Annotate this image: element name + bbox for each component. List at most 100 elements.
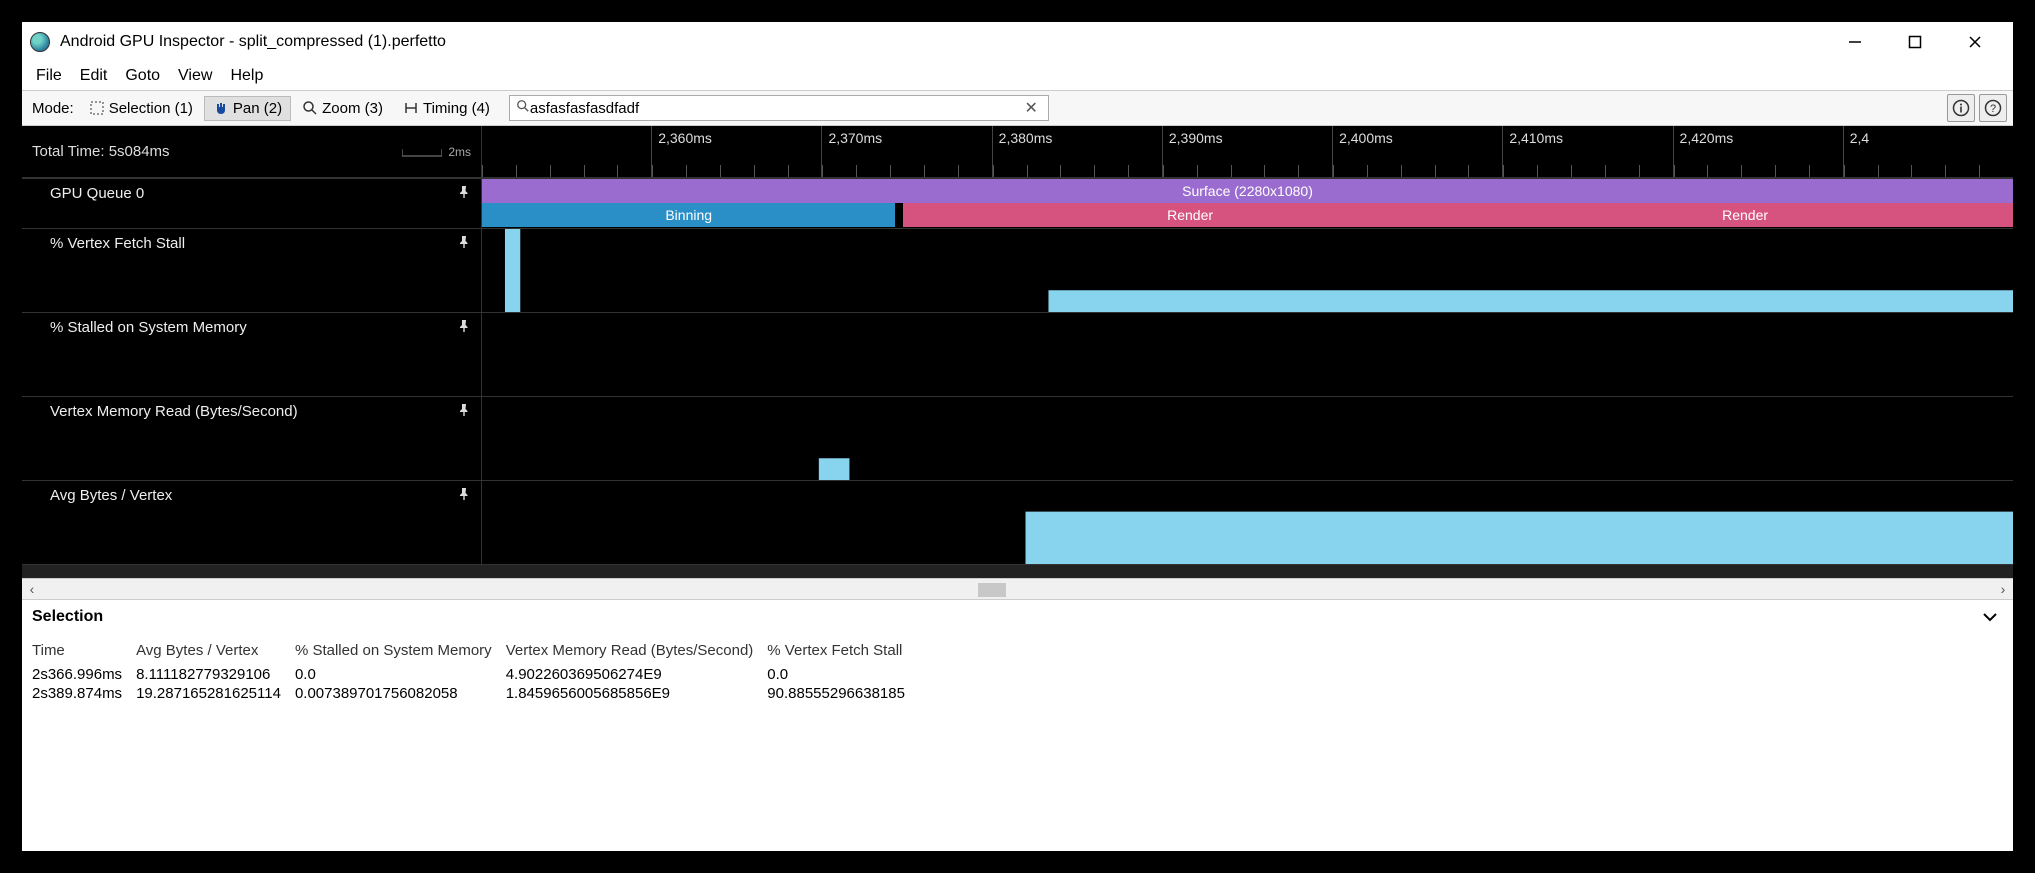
tool-zoom-label: Zoom (3) [322,100,383,117]
track-label[interactable]: Vertex Memory Read (Bytes/Second) [22,397,482,480]
tool-selection[interactable]: Selection (1) [80,96,202,121]
pin-button[interactable] [457,185,471,199]
scroll-thumb[interactable] [978,583,1006,597]
chevron-down-icon [1981,608,1999,626]
selection-col-header[interactable]: % Vertex Fetch Stall [767,640,919,665]
selection-cell: 0.0 [295,665,506,684]
tool-zoom[interactable]: Zoom (3) [293,96,392,121]
selection-cell: 2s366.996ms [32,665,136,684]
track-row: Avg Bytes / Vertex [22,480,2013,564]
ruler-tick: 2,370ms [821,126,991,177]
selection-cell: 1.8459656005685856E9 [506,684,768,703]
menu-goto[interactable]: Goto [117,65,168,87]
selection-col-header[interactable]: Vertex Memory Read (Bytes/Second) [506,640,768,665]
scroll-left-arrow[interactable]: ‹ [22,579,42,599]
selection-cell: 8.111182779329106 [136,665,295,684]
menu-file[interactable]: File [28,65,70,87]
info-icon [1952,99,1970,117]
tool-timing[interactable]: Timing (4) [394,96,499,121]
minimize-button[interactable] [1825,22,1885,62]
ruler-tick: 2,360ms [651,126,821,177]
queue-segment-render[interactable]: Render [903,203,1477,227]
timeline-footer [22,564,2013,578]
total-time-label: Total Time: 5s084ms [32,143,170,160]
ruler-tick: 2,420ms [1673,126,1843,177]
tool-pan-label: Pan (2) [233,100,282,117]
timeline: Total Time: 5s084ms 2ms 2,360ms2,370ms2,… [22,126,2013,578]
queue-segment-binning[interactable]: Binning [482,203,895,227]
tool-selection-label: Selection (1) [109,100,193,117]
toolbar: Mode: Selection (1) Pan (2) Zoom (3) Tim… [22,90,2013,126]
selection-panel: Selection TimeAvg Bytes / Vertex% Stalle… [22,600,2013,851]
surface-bar[interactable]: Surface (2280x1080) [482,179,2013,203]
selection-row[interactable]: 2s366.996ms8.1111827793291060.04.9022603… [32,665,919,684]
selection-table: TimeAvg Bytes / Vertex% Stalled on Syste… [32,640,919,703]
track-content[interactable]: Surface (2280x1080)Binning RenderRender [482,179,2013,228]
app-window: Android GPU Inspector - split_compressed… [0,0,2035,873]
pin-icon [457,235,471,249]
pin-icon [457,487,471,501]
collapse-selection-button[interactable] [1981,608,1999,629]
close-button[interactable] [1945,22,2005,62]
minimize-icon [1848,35,1862,49]
menu-view[interactable]: View [170,65,220,87]
info-button[interactable] [1947,94,1975,122]
ruler-tick: 2,380ms [992,126,1162,177]
pan-icon [213,100,229,116]
pin-button[interactable] [457,487,471,501]
close-icon [1968,35,1982,49]
horizontal-scrollbar[interactable]: ‹ › [22,578,2013,600]
ruler-tick: 2,390ms [1162,126,1332,177]
maximize-icon [1908,35,1922,49]
track-content[interactable] [482,313,2013,396]
track-label[interactable]: % Vertex Fetch Stall [22,229,482,312]
menu-help[interactable]: Help [222,65,271,87]
ruler-tick: 2,400ms [1332,126,1502,177]
track-label[interactable]: Avg Bytes / Vertex [22,481,482,564]
menu-edit[interactable]: Edit [72,65,116,87]
search-input[interactable] [530,100,1021,117]
selection-col-header[interactable]: Time [32,640,136,665]
track-content[interactable] [482,481,2013,564]
maximize-button[interactable] [1885,22,1945,62]
selection-row[interactable]: 2s389.874ms19.2871652816251140.007389701… [32,684,919,703]
pin-button[interactable] [457,319,471,333]
svg-text:?: ? [1990,103,1996,115]
ruler-tick: 2,410ms [1502,126,1672,177]
menu-bar: File Edit Goto View Help [22,62,2013,90]
track-row: Vertex Memory Read (Bytes/Second) [22,396,2013,480]
time-scale-label: 2ms [402,145,471,159]
track-row: % Vertex Fetch Stall [22,228,2013,312]
ruler-tick: 2,4 [1843,126,2013,177]
queue-segment-render[interactable]: Render [1477,203,2013,227]
help-icon: ? [1984,99,2002,117]
tool-pan[interactable]: Pan (2) [204,96,291,121]
pin-icon [457,403,471,417]
title-bar: Android GPU Inspector - split_compressed… [22,22,2013,62]
pin-button[interactable] [457,403,471,417]
track-content[interactable] [482,229,2013,312]
scroll-right-arrow[interactable]: › [1993,579,2013,599]
time-ruler-ticks[interactable]: 2,360ms2,370ms2,380ms2,390ms2,400ms2,410… [482,126,2013,177]
ruler-tick [482,126,651,177]
selection-col-header[interactable]: % Stalled on System Memory [295,640,506,665]
track-label[interactable]: % Stalled on System Memory [22,313,482,396]
time-ruler: Total Time: 5s084ms 2ms 2,360ms2,370ms2,… [22,126,2013,178]
clear-search-button[interactable]: ✕ [1021,98,1042,118]
search-box[interactable]: ✕ [509,95,1049,121]
selection-icon [89,100,105,116]
track-content[interactable] [482,397,2013,480]
zoom-icon [302,100,318,116]
stat-graph [482,397,2013,480]
search-icon [516,99,530,117]
selection-col-header[interactable]: Avg Bytes / Vertex [136,640,295,665]
track-label[interactable]: GPU Queue 0 [22,179,482,228]
stat-graph [482,313,2013,396]
help-button[interactable]: ? [1979,94,2007,122]
stat-graph [482,481,2013,564]
selection-cell: 0.0 [767,665,919,684]
app-icon [30,32,50,52]
selection-cell: 4.90226036950627​4E9 [506,665,768,684]
pin-button[interactable] [457,235,471,249]
window-title: Android GPU Inspector - split_compressed… [60,33,446,51]
